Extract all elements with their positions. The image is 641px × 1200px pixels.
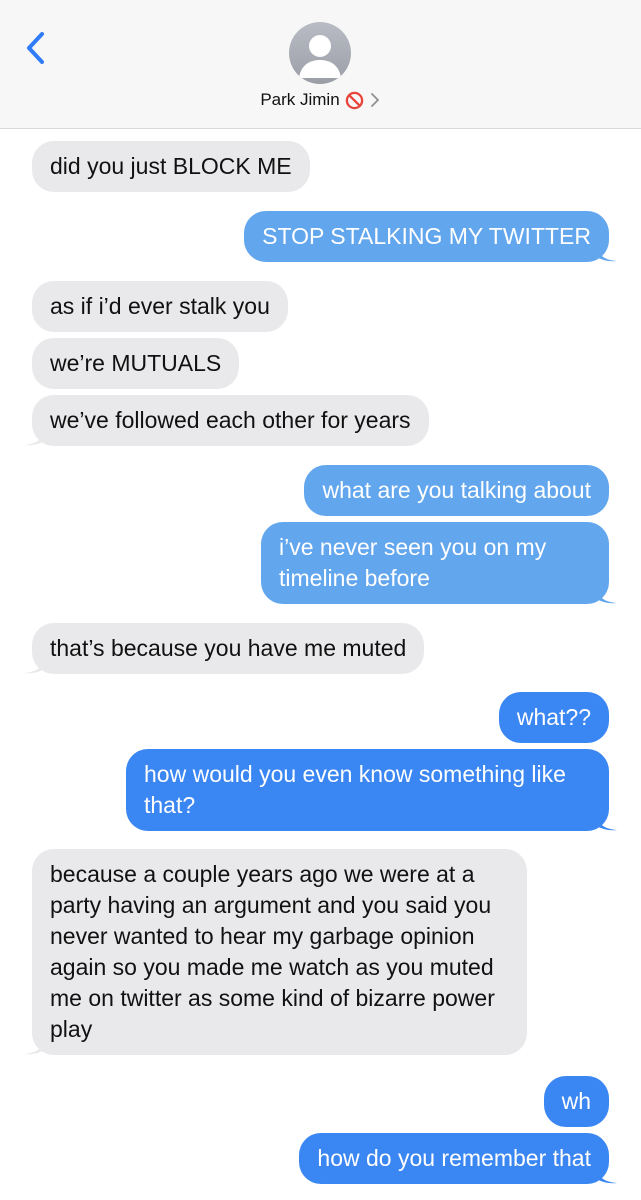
bubble-tail — [595, 242, 617, 262]
message-text: i’ve never seen you on my timeline befor… — [279, 534, 547, 591]
message-bubble-received[interactable]: that’s because you have me muted — [24, 623, 425, 674]
message-bubble-received[interactable]: because a couple years ago we were at a … — [24, 849, 527, 1055]
chevron-left-icon — [27, 32, 44, 64]
message-text: how do you remember that — [317, 1145, 591, 1171]
message-bubble-sent[interactable]: what?? — [498, 692, 609, 743]
person-silhouette-icon — [299, 35, 341, 78]
contact-name-button[interactable]: Park Jimin — [0, 90, 641, 110]
bubble-tail — [595, 584, 617, 604]
message-text: what are you talking about — [322, 477, 591, 503]
message-text: as if i’d ever stalk you — [50, 293, 270, 319]
message-bubble-received[interactable]: as if i’d ever stalk you — [32, 281, 288, 332]
message-text: wh — [561, 1088, 591, 1114]
avatar[interactable] — [289, 22, 351, 84]
message-text: STOP STALKING MY TWITTER — [262, 223, 591, 249]
message-bubble-sent[interactable]: STOP STALKING MY TWITTER — [244, 211, 617, 262]
message-text: we’ve followed each other for years — [50, 407, 411, 433]
bubble-tail — [595, 1164, 617, 1184]
message-bubble-received[interactable]: did you just BLOCK ME — [32, 141, 310, 192]
message-text: because a couple years ago we were at a … — [50, 861, 495, 1042]
message-text: did you just BLOCK ME — [50, 153, 292, 179]
message-bubble-sent[interactable]: how do you remember that — [299, 1133, 617, 1184]
message-bubble-received[interactable]: we’re MUTUALS — [32, 338, 240, 389]
message-bubble-sent[interactable]: what are you talking about — [304, 465, 609, 516]
message-bubble-sent[interactable]: wh — [543, 1076, 609, 1127]
bubble-tail — [24, 1035, 46, 1055]
conversation-header: Park Jimin — [0, 0, 641, 129]
message-text: we’re MUTUALS — [50, 350, 222, 376]
messages-screen: Park Jimin did you just BLOCK ME STOP ST… — [0, 0, 641, 1200]
message-bubble-sent[interactable]: i’ve never seen you on my timeline befor… — [261, 522, 617, 604]
back-button[interactable] — [22, 28, 52, 68]
message-bubble-received[interactable]: we’ve followed each other for years — [24, 395, 429, 446]
chevron-right-icon — [370, 93, 379, 107]
blocked-icon — [345, 91, 363, 109]
message-text: what?? — [516, 704, 591, 730]
bubble-tail — [24, 654, 46, 674]
message-bubble-sent[interactable]: how would you even know something like t… — [126, 749, 617, 831]
bubble-tail — [595, 811, 617, 831]
message-text: how would you even know something like t… — [144, 761, 566, 818]
bubble-tail — [24, 426, 46, 446]
message-text: that’s because you have me muted — [50, 635, 407, 661]
contact-name: Park Jimin — [260, 90, 340, 109]
